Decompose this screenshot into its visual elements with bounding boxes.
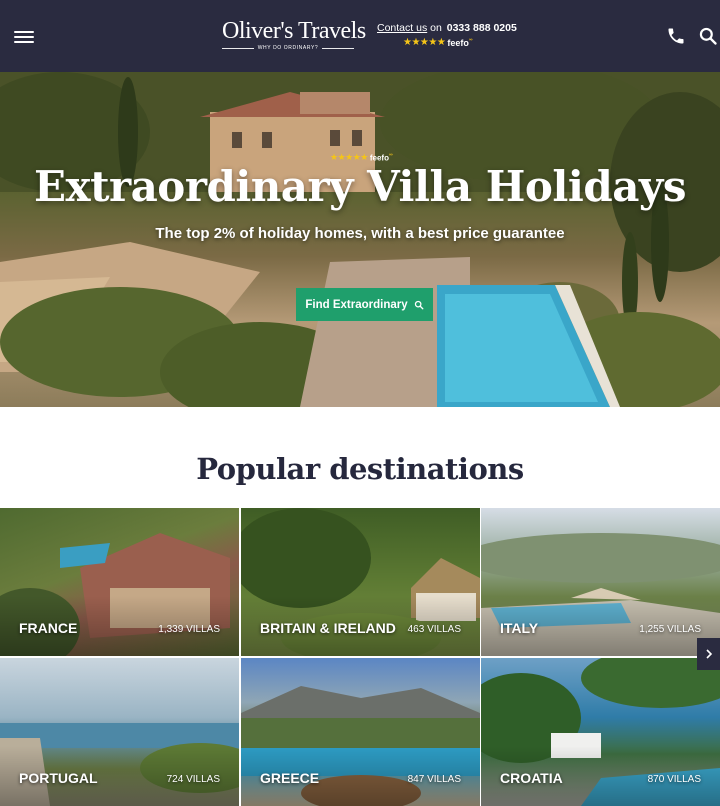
destinations-grid: FRANCE 1,339 VILLAS BRITAIN & IRELAND 46… bbox=[0, 508, 720, 806]
hero-feefo-logo: feefoºº bbox=[369, 152, 393, 163]
destination-france[interactable]: FRANCE 1,339 VILLAS bbox=[0, 508, 239, 656]
villa-count: 847 VILLAS bbox=[407, 774, 461, 785]
hero-title: Extraordinary Villa Holidays bbox=[34, 162, 686, 211]
search-icon[interactable] bbox=[698, 26, 718, 46]
find-extraordinary-button[interactable]: Find Extraordinary bbox=[296, 288, 433, 321]
villa-count: 724 VILLAS bbox=[166, 774, 220, 785]
villa-count: 463 VILLAS bbox=[407, 624, 461, 635]
hero-subtitle: The top 2% of holiday homes, with a best… bbox=[155, 225, 565, 242]
logo-tagline: WHY DO ORDINARY? bbox=[257, 45, 319, 51]
destination-portugal[interactable]: PORTUGAL 724 VILLAS bbox=[0, 658, 239, 806]
destination-name: BRITAIN & IRELAND bbox=[260, 620, 396, 636]
logo[interactable]: Oliver's Travels WHY DO ORDINARY? bbox=[222, 18, 366, 54]
feefo-logo: feefoºº bbox=[447, 37, 473, 48]
destination-italy[interactable]: ITALY 1,255 VILLAS bbox=[481, 508, 720, 656]
cta-label: Find Extraordinary bbox=[305, 298, 408, 311]
destination-name: GREECE bbox=[260, 770, 320, 786]
rating-stars: ★★★★★ bbox=[403, 37, 446, 48]
logo-text: Oliver's Travels bbox=[222, 18, 366, 44]
villa-count: 1,255 VILLAS bbox=[639, 624, 701, 635]
site-header: Oliver's Travels WHY DO ORDINARY? Contac… bbox=[0, 0, 720, 72]
destination-croatia[interactable]: CROATIA 870 VILLAS bbox=[481, 658, 720, 806]
destination-britain-ireland[interactable]: BRITAIN & IRELAND 463 VILLAS bbox=[241, 508, 480, 656]
phone-icon[interactable] bbox=[666, 26, 686, 46]
section-title: Popular destinations bbox=[196, 452, 524, 486]
search-icon bbox=[414, 300, 424, 309]
villa-count: 870 VILLAS bbox=[647, 774, 701, 785]
contact-block: Contact us on 0333 888 0205 ★★★★★ feefoº… bbox=[377, 22, 517, 48]
villa-count: 1,339 VILLAS bbox=[158, 624, 220, 635]
carousel-next-button[interactable] bbox=[697, 638, 720, 670]
destination-name: CROATIA bbox=[500, 770, 563, 786]
menu-icon[interactable] bbox=[14, 29, 34, 45]
feefo-rating[interactable]: ★★★★★ feefoºº bbox=[403, 37, 517, 48]
destination-name: FRANCE bbox=[19, 620, 78, 636]
destination-name: PORTUGAL bbox=[19, 770, 98, 786]
contact-on-text: on bbox=[430, 22, 442, 34]
chevron-right-icon bbox=[705, 649, 712, 659]
contact-us-link[interactable]: Contact us bbox=[377, 22, 427, 34]
destination-greece[interactable]: GREECE 847 VILLAS bbox=[241, 658, 480, 806]
destination-name: ITALY bbox=[500, 620, 539, 636]
hero-banner: ★★★★★ feefoºº Extraordinary Villa Holida… bbox=[0, 72, 720, 407]
phone-number[interactable]: 0333 888 0205 bbox=[447, 22, 517, 34]
